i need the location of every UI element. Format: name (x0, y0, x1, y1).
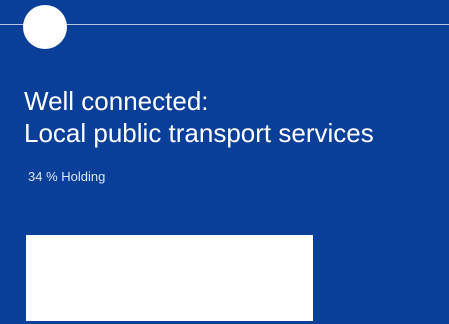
title-line-2: Local public transport services (24, 118, 374, 148)
circle-marker (23, 5, 67, 49)
image-panel (26, 235, 313, 321)
holding-percentage: 34 % Holding (28, 169, 106, 184)
page-title: Well connected: Local public transport s… (24, 85, 374, 149)
divider-line (0, 24, 449, 25)
title-line-1: Well connected: (24, 86, 209, 116)
